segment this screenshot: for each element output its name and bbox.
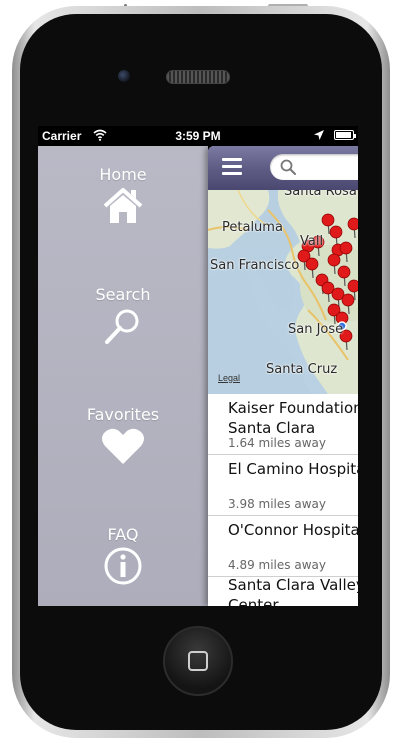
status-bar: Carrier 3:59 PM — [38, 126, 358, 146]
list-item[interactable]: Kaiser Foundation HSanta Clara 1.64 mile… — [208, 394, 358, 455]
menu-item-favorites[interactable]: Favorites — [38, 406, 208, 466]
map-label-vall: Vall — [300, 234, 324, 249]
location-arrow-icon — [314, 130, 324, 140]
item-name: Santa Clara Valley MCenter — [228, 576, 358, 606]
home-icon — [103, 188, 143, 223]
map-label-santa-rosa: Santa Rosa — [284, 190, 357, 199]
status-time: 3:59 PM — [175, 129, 221, 143]
item-name: O'Connor Hospital — [228, 521, 358, 539]
list-item[interactable]: O'Connor Hospital 4.89 miles away — [208, 516, 358, 577]
menu-item-faq[interactable]: FAQ — [38, 526, 208, 586]
earpiece-speaker — [166, 70, 230, 84]
info-icon — [104, 547, 142, 585]
menu-label-favorites: Favorites — [86, 405, 160, 424]
map-view[interactable]: Santa Rosa Petaluma Vall San Francisco S… — [208, 190, 358, 394]
list-item[interactable]: El Camino Hospital 3.98 miles away — [208, 455, 358, 516]
map-label-san-francisco: San Francisco — [210, 258, 300, 273]
map-label-san-jose: San Jose — [288, 322, 344, 337]
home-button-square-icon — [188, 651, 208, 671]
menu-label-faq: FAQ — [107, 525, 139, 544]
nav-bar — [208, 146, 358, 190]
main-panel: Santa Rosa Petaluma Vall San Francisco S… — [208, 146, 358, 606]
menu-item-home[interactable]: Home — [38, 166, 208, 224]
search-input[interactable] — [270, 154, 358, 180]
item-distance: 4.89 miles away — [228, 558, 326, 572]
menu-label-search: Search — [95, 285, 151, 304]
item-name: Kaiser Foundation HSanta Clara — [228, 399, 358, 437]
menu-item-search[interactable]: Search — [38, 286, 208, 346]
item-distance: 1.64 miles away — [228, 436, 326, 450]
map-legal-link[interactable]: Legal — [218, 373, 240, 383]
front-camera — [118, 70, 130, 82]
item-distance: 3.98 miles away — [228, 497, 326, 511]
screen: Carrier 3:59 PM Home Search Favorites FA… — [38, 126, 358, 606]
battery-icon — [334, 130, 356, 140]
hamburger-icon[interactable] — [222, 158, 244, 176]
menu-label-home: Home — [99, 165, 147, 184]
magnifier-icon — [105, 309, 139, 344]
map-label-petaluma: Petaluma — [222, 220, 283, 235]
list-item[interactable]: Santa Clara Valley MCenter — [208, 576, 358, 606]
side-menu: Home Search Favorites FAQ — [38, 146, 208, 606]
map-label-santa-cruz: Santa Cruz — [266, 362, 338, 377]
home-button[interactable] — [163, 626, 233, 696]
search-icon — [280, 159, 296, 175]
heart-icon — [102, 428, 144, 464]
results-list: Kaiser Foundation HSanta Clara 1.64 mile… — [208, 394, 358, 606]
item-name: El Camino Hospital — [228, 460, 358, 478]
